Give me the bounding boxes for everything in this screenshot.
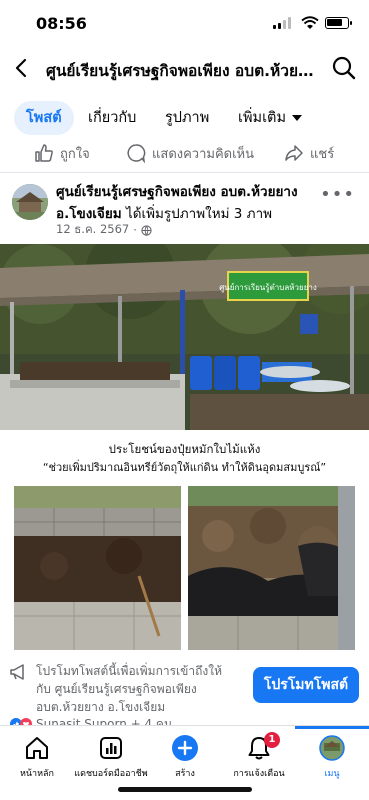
nav-notifications[interactable]: 1 การแจ้งเตือน	[222, 726, 296, 786]
dashboard-icon	[100, 737, 122, 759]
plus-icon	[172, 735, 198, 761]
dry-leaves-photo	[188, 486, 355, 650]
page-header: ศูนย์เรียนรู้เศรษฐกิจพอเพียง อบต.ห้วย...	[0, 48, 369, 90]
page-title: ศูนย์เรียนรู้เศรษฐกิจพอเพียง อบต.ห้วย...	[46, 62, 314, 80]
like-button[interactable]: ถูกใจ	[34, 140, 90, 166]
caret-down-icon	[292, 115, 303, 121]
bottom-nav: หน้าหลัก แดชบอร์ดมืออาชีพ สร้าง 1 การแจ้…	[0, 725, 369, 800]
status-time: 08:56	[36, 14, 87, 33]
status-bar: 08:56	[0, 0, 369, 46]
avatar-image	[12, 184, 48, 220]
nav-dashboard-label: แดชบอร์ดมืออาชีพ	[74, 769, 148, 779]
promote-text: โปรโมทโพสต์นี้เพื่อเพิ่มการเข้าถึงให้กับ…	[36, 664, 222, 714]
compost-bin-photo	[14, 486, 181, 650]
like-label: ถูกใจ	[60, 146, 90, 162]
share-icon	[285, 145, 303, 161]
signal-icon	[273, 17, 291, 29]
post-photo-main[interactable]: ศูนย์การเรียนรู้ตำบลห้วยยาง	[0, 244, 369, 430]
post-meta: 12 ธ.ค. 2567 ·	[56, 221, 152, 239]
divider	[0, 172, 369, 173]
notification-badge: 1	[264, 732, 280, 748]
nav-create-label: สร้าง	[175, 769, 195, 779]
caption-quote: “ช่วยเพิ่มปริมาณอินทรีย์วัตถุให้แก่ดิน ท…	[42, 461, 327, 474]
home-indicator	[118, 787, 252, 792]
chevron-left-icon[interactable]	[10, 56, 34, 80]
comment-icon	[127, 144, 146, 163]
post-actions: ถูกใจ แสดงความคิดเห็น แชร์	[0, 136, 369, 170]
nav-create[interactable]: สร้าง	[148, 726, 222, 786]
post-author-line: ศูนย์เรียนรู้เศรษฐกิจพอเพียง อบต.ห้วยยาง…	[56, 181, 332, 225]
battery-icon	[325, 17, 352, 29]
tab-more-label: เพิ่มเติม	[238, 110, 287, 126]
tab-about[interactable]: เกี่ยวกับ	[88, 101, 136, 135]
compost-shed-photo: ศูนย์การเรียนรู้ตำบลห้วยยาง	[0, 244, 369, 430]
post-photo-right[interactable]	[188, 486, 355, 650]
meta-separator: ·	[133, 223, 137, 237]
nav-menu-label: เมนู	[324, 769, 340, 779]
more-options-icon[interactable]: •••	[320, 184, 355, 205]
promote-post-button[interactable]: โปรโมทโพสต์	[253, 667, 359, 703]
nav-home-label: หน้าหลัก	[19, 769, 55, 779]
share-button[interactable]: แชร์	[284, 140, 334, 166]
post-photo-left[interactable]	[14, 486, 181, 650]
search-icon[interactable]	[331, 55, 357, 81]
globe-icon	[141, 224, 152, 236]
nav-menu[interactable]: เมนู	[295, 726, 369, 786]
wifi-icon	[301, 16, 319, 29]
page-tabs: โพสต์ เกี่ยวกับ รูปภาพ เพิ่มเติม	[0, 101, 369, 135]
share-label: แชร์	[310, 146, 335, 162]
nav-home[interactable]: หน้าหลัก	[0, 726, 74, 786]
tab-posts[interactable]: โพสต์	[14, 101, 74, 135]
home-icon	[26, 737, 48, 759]
post-action-text: ได้เพิ่มรูปภาพใหม่ 3 ภาพ	[125, 206, 273, 222]
avatar-icon	[319, 735, 345, 761]
page-avatar[interactable]	[12, 184, 48, 220]
comment-label: แสดงความคิดเห็น	[152, 146, 255, 162]
comment-button[interactable]: แสดงความคิดเห็น	[126, 140, 254, 166]
nav-notifications-label: การแจ้งเตือน	[233, 769, 285, 779]
learning-center-sign: ศูนย์การเรียนรู้ตำบลห้วยยาง	[219, 282, 317, 293]
tab-more[interactable]: เพิ่มเติม	[238, 101, 303, 135]
promote-banner: โปรโมทโพสต์นี้เพื่อเพิ่มการเข้าถึงให้กับ…	[0, 658, 369, 720]
megaphone-icon	[10, 664, 24, 680]
caption-title: ประโยชน์ของปุ๋ยหมักใบไม้แห้ง	[108, 442, 261, 456]
post-date[interactable]: 12 ธ.ค. 2567	[56, 221, 129, 239]
nav-dashboard[interactable]: แดชบอร์ดมืออาชีพ	[74, 726, 148, 786]
tab-photos[interactable]: รูปภาพ	[165, 101, 209, 135]
thumbs-up-icon	[35, 144, 53, 162]
